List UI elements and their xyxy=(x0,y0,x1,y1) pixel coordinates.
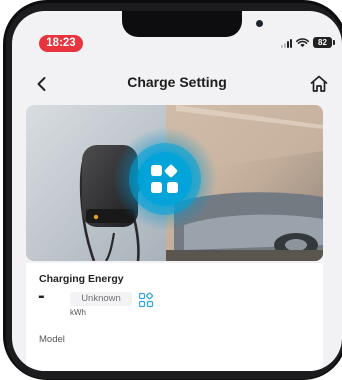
battery-icon: 82 xyxy=(313,37,335,48)
camera-notch xyxy=(122,11,263,37)
charging-energy-value: - xyxy=(38,285,45,307)
status-icons: 82 xyxy=(281,37,335,48)
energy-status-badge: Unknown xyxy=(70,292,132,306)
navigation-bar: Charge Setting xyxy=(12,69,342,99)
charging-energy-label: Charging Energy xyxy=(39,273,124,285)
home-button[interactable] xyxy=(306,71,332,97)
charger-scene-illustration xyxy=(26,105,323,261)
charging-info-card: Charging Energy - Unknown kWh Model xyxy=(26,263,323,371)
charger-scene-image xyxy=(26,105,323,261)
dashboard-grid-icon[interactable] xyxy=(138,292,154,308)
energy-unit: kWh xyxy=(70,308,86,317)
home-icon xyxy=(310,75,328,92)
signal-icon xyxy=(281,38,292,48)
page-title: Charge Setting xyxy=(127,74,227,90)
status-time: 18:23 xyxy=(39,35,83,52)
app-screen: 18:23 82 Charge Setting Charging Energy … xyxy=(12,11,342,371)
wifi-icon xyxy=(296,37,309,47)
front-camera xyxy=(256,20,263,27)
